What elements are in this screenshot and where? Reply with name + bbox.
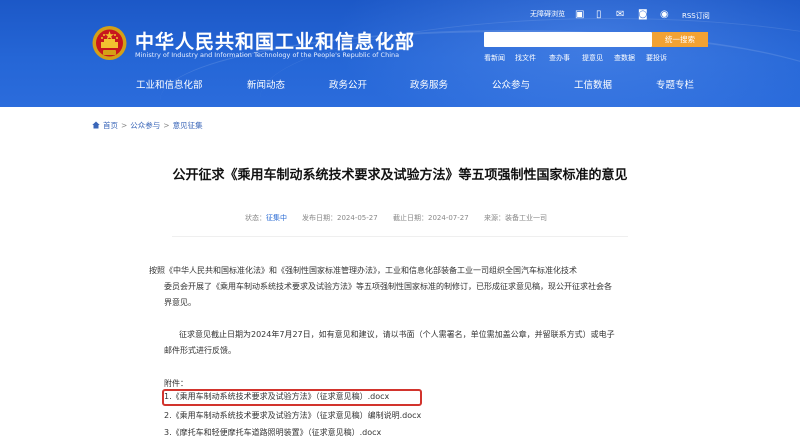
- site-header: 中华人民共和国工业和信息化部 Ministry of Industry and …: [0, 0, 800, 107]
- meta-deadline-date: 2024-07-27: [428, 214, 469, 222]
- meta-published: 发布日期：2024-05-27: [302, 213, 378, 223]
- article-paragraph-1: 按照《中华人民共和国标准化法》和《强制性国家标准管理办法》，工业和信息化部装备工…: [149, 263, 644, 311]
- weibo-square-icon[interactable]: ▣: [575, 9, 584, 21]
- main-nav: 工业和信息化部 新闻动态 政务公开 政务服务 公众参与 工信数据 专题专栏: [0, 72, 800, 94]
- paragraph-line: 按照《中华人民共和国标准化法》和《强制性国家标准管理办法》，工业和信息化部装备工…: [149, 266, 577, 275]
- search-button[interactable]: 统一搜索: [652, 32, 708, 47]
- paragraph-line: 邮件形式进行反馈。: [164, 346, 236, 355]
- meta-source-value: 装备工业一司: [505, 214, 547, 222]
- site-subtitle: Ministry of Industry and Information Tec…: [135, 51, 400, 59]
- highlight-box: [162, 389, 422, 406]
- meta-published-date: 2024-05-27: [337, 214, 378, 222]
- search-input[interactable]: [484, 32, 652, 47]
- quick-link-news[interactable]: 看新闻: [484, 53, 505, 63]
- nav-item-miit[interactable]: 工业和信息化部: [136, 77, 203, 91]
- paragraph-line: 委员会开展了《乘用车制动系统技术要求及试验方法》等五项强制性国家标准的制修订，已…: [164, 282, 612, 291]
- quick-link-data[interactable]: 查数据: [614, 53, 635, 63]
- paragraph-line: 界意见。: [164, 298, 196, 307]
- quick-link-services[interactable]: 查办事: [549, 53, 570, 63]
- nav-item-topics[interactable]: 专题专栏: [656, 77, 694, 91]
- nav-item-news[interactable]: 新闻动态: [247, 77, 285, 91]
- nav-item-data[interactable]: 工信数据: [574, 77, 612, 91]
- meta-published-label: 发布日期：: [302, 214, 337, 222]
- status-badge: 征集中: [266, 214, 287, 222]
- home-icon: [92, 121, 100, 129]
- mobile-icon[interactable]: ▯: [596, 9, 602, 21]
- meta-deadline-label: 截止日期：: [393, 214, 428, 222]
- meta-deadline: 截止日期：2024-07-27: [393, 213, 469, 223]
- attachment-link-2[interactable]: 2.《乘用车制动系统技术要求及试验方法》（征求意见稿）编制说明.docx: [164, 410, 421, 421]
- paragraph-line: 征求意见截止日期为2024年7月27日，如有意见和建议，请以书面（个人需署名，单…: [179, 330, 615, 339]
- rss-link[interactable]: RSS订阅: [682, 10, 710, 22]
- breadcrumb-home[interactable]: 首页: [103, 121, 118, 130]
- meta-source-label: 来源：: [484, 214, 505, 222]
- attachments-label: 附件：: [164, 379, 188, 388]
- accessibility-link[interactable]: 无障碍浏览: [530, 9, 565, 19]
- meta-status-label: 状态：: [245, 214, 266, 222]
- meta-source: 来源：装备工业一司: [484, 213, 547, 223]
- attachment-link-3[interactable]: 3.《摩托车和轻便摩托车道路照明装置》（征求意见稿）.docx: [164, 427, 381, 438]
- nav-item-gov-open[interactable]: 政务公开: [329, 77, 367, 91]
- quick-link-files[interactable]: 找文件: [515, 53, 536, 63]
- divider: [172, 236, 628, 237]
- top-links: 无障碍浏览: [0, 9, 800, 23]
- wechat-icon[interactable]: ◙: [638, 9, 648, 21]
- quick-link-feedback[interactable]: 提意见: [582, 53, 603, 63]
- national-emblem-icon[interactable]: [91, 24, 128, 63]
- breadcrumb-separator: >: [163, 121, 170, 130]
- article-paragraph-2: 征求意见截止日期为2024年7月27日，如有意见和建议，请以书面（个人需署名，单…: [164, 327, 644, 359]
- meta-status: 状态：征集中: [245, 213, 287, 223]
- breadcrumb-separator: >: [121, 121, 128, 130]
- nav-item-gov-services[interactable]: 政务服务: [410, 77, 448, 91]
- nav-item-public-participation[interactable]: 公众参与: [492, 77, 530, 91]
- breadcrumb-public-participation[interactable]: 公众参与: [130, 121, 160, 130]
- article-title: 公开征求《乘用车制动系统技术要求及试验方法》等五项强制性国家标准的意见: [172, 168, 628, 183]
- weibo-icon[interactable]: ◉: [660, 9, 669, 21]
- site-title[interactable]: 中华人民共和国工业和信息化部: [135, 27, 415, 54]
- quick-link-complaints[interactable]: 要投诉: [646, 53, 667, 63]
- breadcrumb-opinion-collection[interactable]: 意见征集: [173, 121, 203, 130]
- breadcrumb: 首页 > 公众参与 > 意见征集: [92, 120, 203, 131]
- mail-icon[interactable]: ✉: [616, 9, 624, 21]
